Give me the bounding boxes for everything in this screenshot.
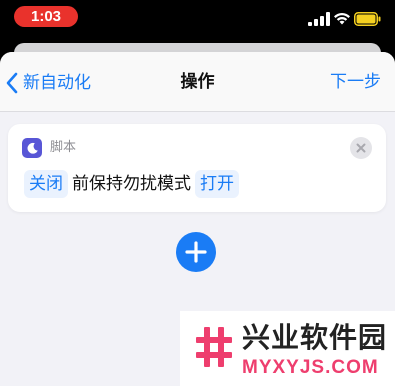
chevron-left-icon [6, 72, 18, 94]
moon-icon [22, 138, 42, 158]
watermark-name-cn: 兴业软件园 [242, 321, 388, 354]
battery-icon [354, 12, 381, 26]
status-bar: 1:03 [0, 0, 395, 40]
navigation-bar: 新自动化 操作 下一步 [0, 52, 395, 112]
page-title: 操作 [180, 72, 215, 92]
action-parameters: 关闭 前保持勿扰模式 打开 [24, 169, 239, 199]
action-type-label: 脚本 [50, 140, 77, 155]
state-parameter-token[interactable]: 打开 [195, 170, 239, 198]
next-button[interactable]: 下一步 [330, 70, 381, 94]
wifi-icon [334, 12, 350, 25]
action-card[interactable]: 脚本 关闭 前保持勿扰模式 打开 [8, 124, 386, 212]
back-button-label: 新自动化 [23, 73, 91, 93]
remove-action-button[interactable] [350, 137, 372, 159]
hash-logo-icon [196, 327, 232, 367]
close-icon [356, 143, 366, 153]
watermark-name-en: MYXYJS.COM [242, 357, 379, 378]
add-action-button[interactable] [176, 232, 216, 272]
toggle-parameter-token[interactable]: 关闭 [24, 170, 68, 198]
plus-icon [185, 241, 207, 263]
back-button[interactable]: 新自动化 [4, 68, 91, 98]
action-description: 前保持勿扰模式 [72, 174, 191, 194]
cellular-signal-icon [308, 12, 330, 26]
site-watermark: 兴业软件园 MYXYJS.COM [180, 311, 395, 386]
status-time: 1:03 [14, 6, 78, 27]
